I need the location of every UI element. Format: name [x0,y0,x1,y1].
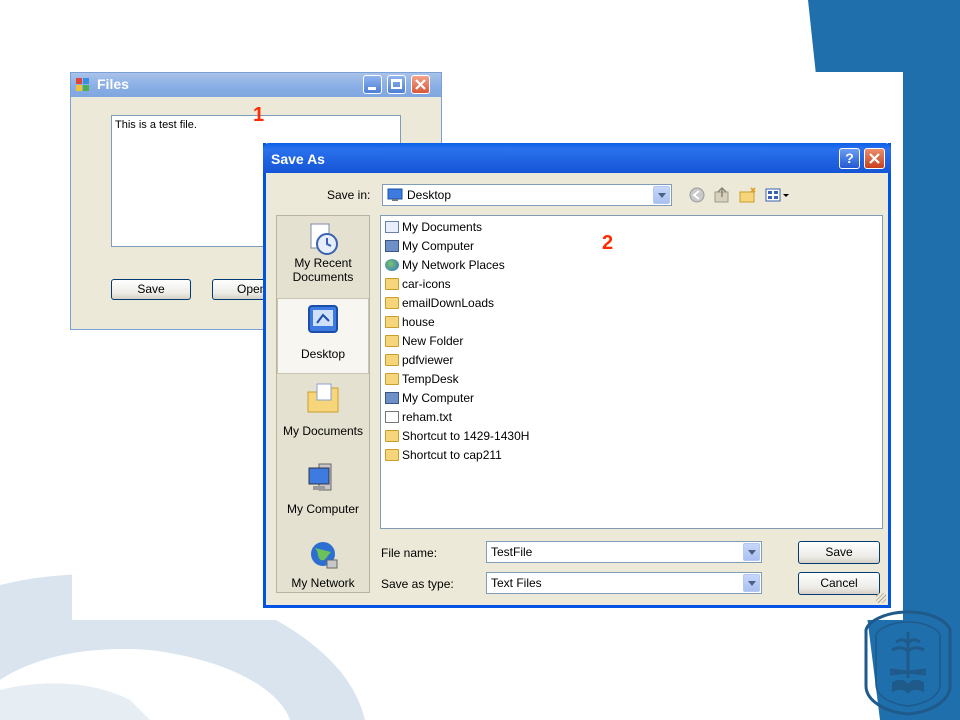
network-places-icon [385,259,399,271]
chevron-down-icon[interactable] [743,543,760,561]
back-icon[interactable] [688,186,706,204]
dialog-cancel-button[interactable]: Cancel [798,572,880,595]
folder-shortcut-icon [385,430,399,442]
views-menu-icon[interactable] [764,186,792,204]
file-name-value: TestFile [491,545,533,559]
places-bar: My Recent Documents Desktop My Documents… [276,215,370,593]
folder-icon [385,373,399,385]
computer-shortcut-icon [385,392,399,404]
slide-bottom-left-arc-2 [0,683,150,720]
close-icon [415,79,426,90]
files-title-bar[interactable]: Files [71,73,441,97]
place-recent-documents[interactable]: My Recent Documents [277,222,369,294]
maximize-icon [391,79,402,89]
files-window-title: Files [97,76,129,92]
desktop-icon [308,305,338,333]
place-my-computer[interactable]: My Computer [277,460,369,532]
save-as-type-select[interactable]: Text Files [486,572,762,594]
desktop-icon [387,188,403,201]
place-label: My Recent Documents [292,256,354,284]
my-network-icon [311,542,338,569]
marker-2: 2 [602,232,614,254]
my-computer-icon [308,463,332,491]
place-label: My Documents [282,424,364,438]
app-icon [76,78,89,91]
place-label: My Computer [286,502,360,516]
place-desktop[interactable]: Desktop [277,298,369,374]
chevron-down-icon[interactable] [653,186,670,204]
folder-shortcut-icon [385,449,399,461]
recent-documents-icon [310,223,338,255]
save-in-label: Save in: [327,188,371,202]
save-as-type-value: Text Files [491,576,542,590]
university-logo [864,610,952,716]
chevron-down-icon[interactable] [743,574,760,592]
resize-grip[interactable] [876,593,886,603]
maximize-button[interactable] [387,75,406,94]
file-name-field[interactable]: TestFile [486,541,762,563]
dialog-save-button[interactable]: Save [798,541,880,564]
save-button[interactable]: Save [111,279,191,300]
save-in-combo[interactable]: Desktop [382,184,672,206]
minimize-icon [368,87,376,90]
folder-icon [385,297,399,309]
save-as-title-bar[interactable]: Save As ? [263,143,891,173]
folder-icon [385,335,399,347]
marker-1: 1 [253,104,265,126]
up-folder-icon[interactable] [713,186,731,204]
save-as-type-label: Save as type: [381,577,454,591]
minimize-button[interactable] [363,75,382,94]
folder-icon [385,316,399,328]
close-icon [869,153,880,164]
help-button[interactable]: ? [839,148,860,169]
place-my-network[interactable]: My Network [277,538,369,592]
my-documents-icon [385,221,399,233]
place-label: Desktop [300,347,346,361]
folder-icon [385,278,399,290]
dialog-close-button[interactable] [864,148,885,169]
file-name-label: File name: [381,546,438,560]
place-label: My Network [291,576,355,590]
text-file-icon [385,411,399,423]
folder-icon [385,354,399,366]
my-computer-icon [385,240,399,252]
file-list[interactable]: My Documents My Computer My Network Plac… [380,215,883,529]
save-as-title: Save As [271,151,325,167]
save-in-value: Desktop [407,188,452,202]
save-as-dialog: Save As ? Save in: Desktop My Recent Doc… [263,143,891,608]
new-folder-icon[interactable] [738,186,758,204]
close-button[interactable] [411,75,430,94]
my-documents-icon [307,383,339,413]
place-my-documents[interactable]: My Documents [277,382,369,454]
